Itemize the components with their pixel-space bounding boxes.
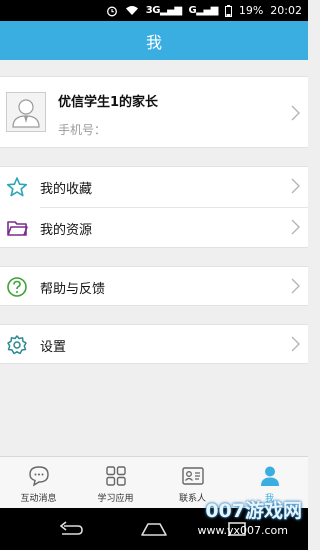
avatar [6,92,46,132]
menu-item-help[interactable]: 帮助与反馈 [0,266,308,306]
chevron-right-icon [291,219,300,235]
clock: 20:02 [270,4,302,17]
battery-percent: 19% [238,4,264,17]
profile-card[interactable]: 优信学生1的家长 手机号： [0,76,308,148]
chevron-right-icon [291,336,300,352]
profile-phone-label: 手机号： [58,123,107,137]
tab-label: 联系人 [178,494,206,504]
question-icon [7,277,27,297]
battery-icon [224,4,232,17]
home-icon[interactable] [139,518,169,540]
menu-label-help: 帮助与反馈 [40,282,106,297]
network-indicator: 3G▂▄▆ [145,5,182,16]
page-title: 我 [145,32,162,52]
menu-label-resources: 我的资源 [40,223,93,238]
chevron-right-icon [291,278,300,294]
menu-label-settings: 设置 [40,340,67,355]
gear-icon [7,335,27,355]
menu-group-personal: 我的收藏 我的资源 [0,166,308,248]
tab-label: 学习应用 [97,494,134,504]
chevron-right-icon [291,105,300,121]
menu-item-settings[interactable]: 设置 [0,324,308,364]
back-icon[interactable] [56,518,86,540]
chat-bubble-icon [28,466,49,487]
folder-icon [7,221,28,236]
wifi-icon [125,6,138,15]
contact-card-icon [181,467,204,485]
watermark-url: www.yx007.com [197,524,288,537]
network-indicator-2: G▂▄▆ [188,5,219,16]
person-icon [260,466,279,486]
tab-apps[interactable]: 学习应用 [77,457,154,508]
tab-messages[interactable]: 互动消息 [0,457,77,508]
menu-item-favorites[interactable]: 我的收藏 [0,167,308,207]
menu-label-favorites: 我的收藏 [40,182,93,197]
apps-grid-icon [105,466,126,486]
menu-item-resources[interactable]: 我的资源 [0,208,308,248]
tab-label: 互动消息 [20,494,57,504]
status-bar: 3G▂▄▆ G▂▄▆ 19% 20:02 [0,0,308,21]
watermark-logo: 007游戏网 [205,500,302,522]
profile-name: 优信学生1的家长 [58,95,159,110]
chevron-right-icon [291,178,300,194]
header-bar: 我 [0,21,308,60]
default-avatar-icon [12,99,40,128]
alarm-icon [106,6,117,16]
star-icon [6,177,28,197]
